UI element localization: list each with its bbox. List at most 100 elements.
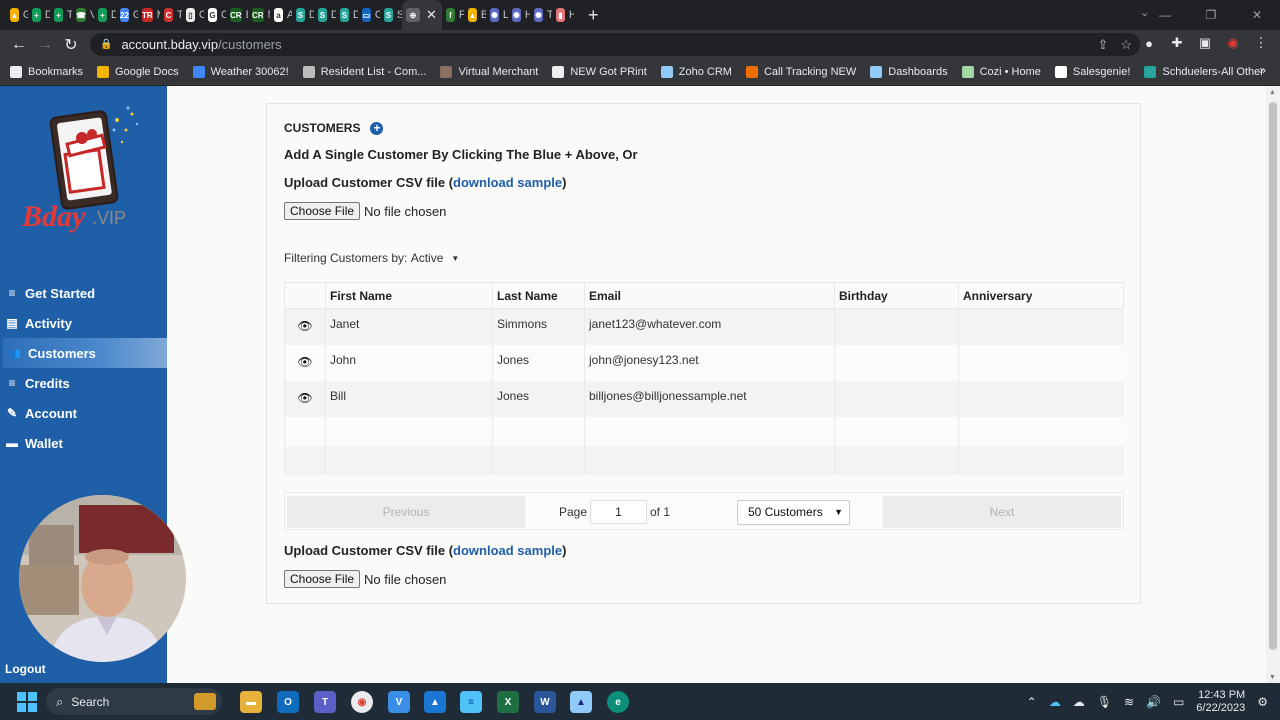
download-sample-link[interactable]: download sample: [453, 175, 562, 190]
browser-tab[interactable]: ☎Vi: [72, 0, 94, 30]
scrollbar-thumb[interactable]: [1269, 102, 1277, 650]
taskbar-search[interactable]: ⌕ Search: [46, 688, 222, 715]
volume-icon[interactable]: 🔊: [1146, 695, 1161, 709]
browser-tab[interactable]: 22Gi: [116, 0, 138, 30]
edge-icon[interactable]: e: [607, 691, 629, 713]
filter-dropdown[interactable]: Filtering Customers by: Active ▼: [284, 251, 459, 265]
vcard-app-icon[interactable]: V: [388, 691, 410, 713]
sidebar-item-account[interactable]: ✎ Account: [0, 398, 167, 428]
choose-file-button[interactable]: Choose File: [284, 570, 361, 588]
bookmark-item[interactable]: Virtual Merchant: [440, 65, 538, 78]
browser-tab[interactable]: GC: [204, 0, 226, 30]
outlook-icon[interactable]: O: [277, 691, 299, 713]
browser-tab[interactable]: ✺Tu: [530, 0, 552, 30]
word-icon[interactable]: W: [534, 691, 556, 713]
browser-tab[interactable]: SD: [292, 0, 314, 30]
browser-tab[interactable]: + D: [94, 0, 116, 30]
page-number-input[interactable]: 1: [590, 500, 647, 524]
logout-link[interactable]: Logout: [5, 662, 46, 676]
view-eye-icon[interactable]: 👁: [297, 355, 312, 369]
profile-extension-icon[interactable]: ●: [1140, 36, 1158, 51]
table-row[interactable]: 👁 Janet Simmons janet123@whatever.com: [284, 308, 1124, 345]
bookmark-item[interactable]: Zoho CRM: [660, 65, 732, 78]
browser-tab[interactable]: SD: [336, 0, 358, 30]
browser-tab[interactable]: ▮ H: [552, 0, 574, 30]
download-sample-link[interactable]: download sample: [453, 543, 562, 558]
browser-tab[interactable]: CRB: [226, 0, 248, 30]
browser-tab[interactable]: ✺Li: [486, 0, 508, 30]
view-eye-icon[interactable]: 👁: [297, 391, 312, 405]
forward-icon[interactable]: →: [32, 36, 58, 54]
close-window-icon[interactable]: ✕: [1234, 8, 1280, 22]
view-eye-icon[interactable]: 👁: [297, 319, 312, 333]
browser-tab[interactable]: ▯ C: [182, 0, 204, 30]
browser-tab[interactable]: ▭ C: [358, 0, 380, 30]
browser-tab[interactable]: fFi: [442, 0, 464, 30]
scroll-down-icon[interactable]: ▼: [1269, 674, 1276, 681]
gear-icon[interactable]: ⚙: [1257, 695, 1268, 709]
battery-icon[interactable]: ▭: [1173, 695, 1184, 709]
choose-file-button[interactable]: Choose File: [284, 202, 361, 220]
column-header[interactable]: Anniversary: [958, 282, 1124, 309]
browser-tab-active[interactable]: ⊕ ✕: [402, 0, 442, 30]
bookmark-item[interactable]: Call Tracking NEW: [745, 65, 856, 78]
sidebar-item-activity[interactable]: ▤ Activity: [0, 308, 167, 338]
browser-tab[interactable]: TRM: [138, 0, 160, 30]
scroll-up-icon[interactable]: ▲: [1269, 89, 1276, 96]
bookmark-star-icon[interactable]: ☆: [1120, 37, 1132, 53]
bookmark-item[interactable]: Google Docs: [97, 65, 179, 78]
page-scrollbar[interactable]: ▲ ▼: [1266, 86, 1280, 683]
widget-icon[interactable]: [194, 693, 216, 710]
reload-icon[interactable]: ↻: [58, 35, 84, 55]
photos-icon[interactable]: ▲: [570, 691, 592, 713]
browser-tab[interactable]: ▲Gi: [6, 0, 28, 30]
browser-tab[interactable]: +Ti: [50, 0, 72, 30]
side-panel-icon[interactable]: ▣: [1196, 35, 1214, 51]
bookmarks-overflow-icon[interactable]: »: [1259, 63, 1266, 77]
close-tab-icon[interactable]: ✕: [426, 7, 437, 23]
sidebar-item-credits[interactable]: ≡ Credits: [0, 368, 167, 398]
page-size-select[interactable]: 50 Customers ▼: [737, 500, 850, 525]
address-bar[interactable]: 🔒 account.bday.vip/customers ⇪ ☆: [90, 33, 1140, 56]
table-row[interactable]: 👁 Bill Jones billjones@billjonessample.n…: [284, 380, 1124, 417]
sidebar-item-get-started[interactable]: ≡ Get Started: [0, 278, 167, 308]
bookmark-item[interactable]: Cozi • Home: [961, 65, 1041, 78]
windows-start-icon[interactable]: [17, 692, 37, 712]
onedrive-icon[interactable]: ☁: [1049, 695, 1061, 709]
browser-tab[interactable]: SD: [314, 0, 336, 30]
table-row[interactable]: 👁 John Jones john@jonesy123.net: [284, 344, 1124, 381]
maximize-icon[interactable]: ❐: [1188, 8, 1234, 22]
sidebar-item-wallet[interactable]: ▬ Wallet: [0, 428, 167, 458]
clock[interactable]: 12:43 PM 6/22/2023: [1196, 689, 1245, 715]
browser-tab[interactable]: SSl: [380, 0, 402, 30]
browser-tab[interactable]: + D: [28, 0, 50, 30]
column-header[interactable]: Last Name: [492, 282, 585, 309]
bookmark-item[interactable]: Resident List - Com...: [302, 65, 426, 78]
file-explorer-icon[interactable]: ▬: [240, 691, 262, 713]
previous-button[interactable]: Previous: [287, 496, 525, 528]
teams-icon[interactable]: T: [314, 691, 336, 713]
column-header[interactable]: Email: [584, 282, 835, 309]
column-header[interactable]: First Name: [325, 282, 493, 309]
bookmark-item[interactable]: Bookmarks: [10, 65, 83, 78]
bookmark-item[interactable]: Salesgenie!: [1054, 65, 1130, 78]
notepad-icon[interactable]: ≡: [460, 691, 482, 713]
browser-tab[interactable]: ✺ H: [508, 0, 530, 30]
image-app-icon[interactable]: ▲: [424, 691, 446, 713]
add-customer-plus-icon[interactable]: +: [370, 121, 384, 135]
browser-tab[interactable]: aA: [270, 0, 292, 30]
avatar[interactable]: ◉: [1224, 35, 1242, 51]
bookmark-item[interactable]: Schduelers-All Other: [1144, 65, 1264, 78]
minimize-icon[interactable]: —: [1142, 8, 1188, 22]
column-header[interactable]: Birthday: [834, 282, 959, 309]
next-button[interactable]: Next: [883, 496, 1121, 528]
lock-icon[interactable]: 🔒: [100, 39, 112, 50]
new-tab-icon[interactable]: +: [588, 5, 599, 26]
browser-tab[interactable]: ▲ B: [464, 0, 486, 30]
microphone-icon[interactable]: 🎙: [1097, 695, 1112, 709]
cloud-icon[interactable]: ☁: [1073, 695, 1085, 709]
chevron-up-icon[interactable]: ⌃: [1027, 695, 1037, 709]
bookmark-item[interactable]: NEW Got PRint: [552, 65, 647, 78]
browser-tab[interactable]: CRM: [248, 0, 270, 30]
extensions-puzzle-icon[interactable]: ✚: [1168, 35, 1186, 51]
